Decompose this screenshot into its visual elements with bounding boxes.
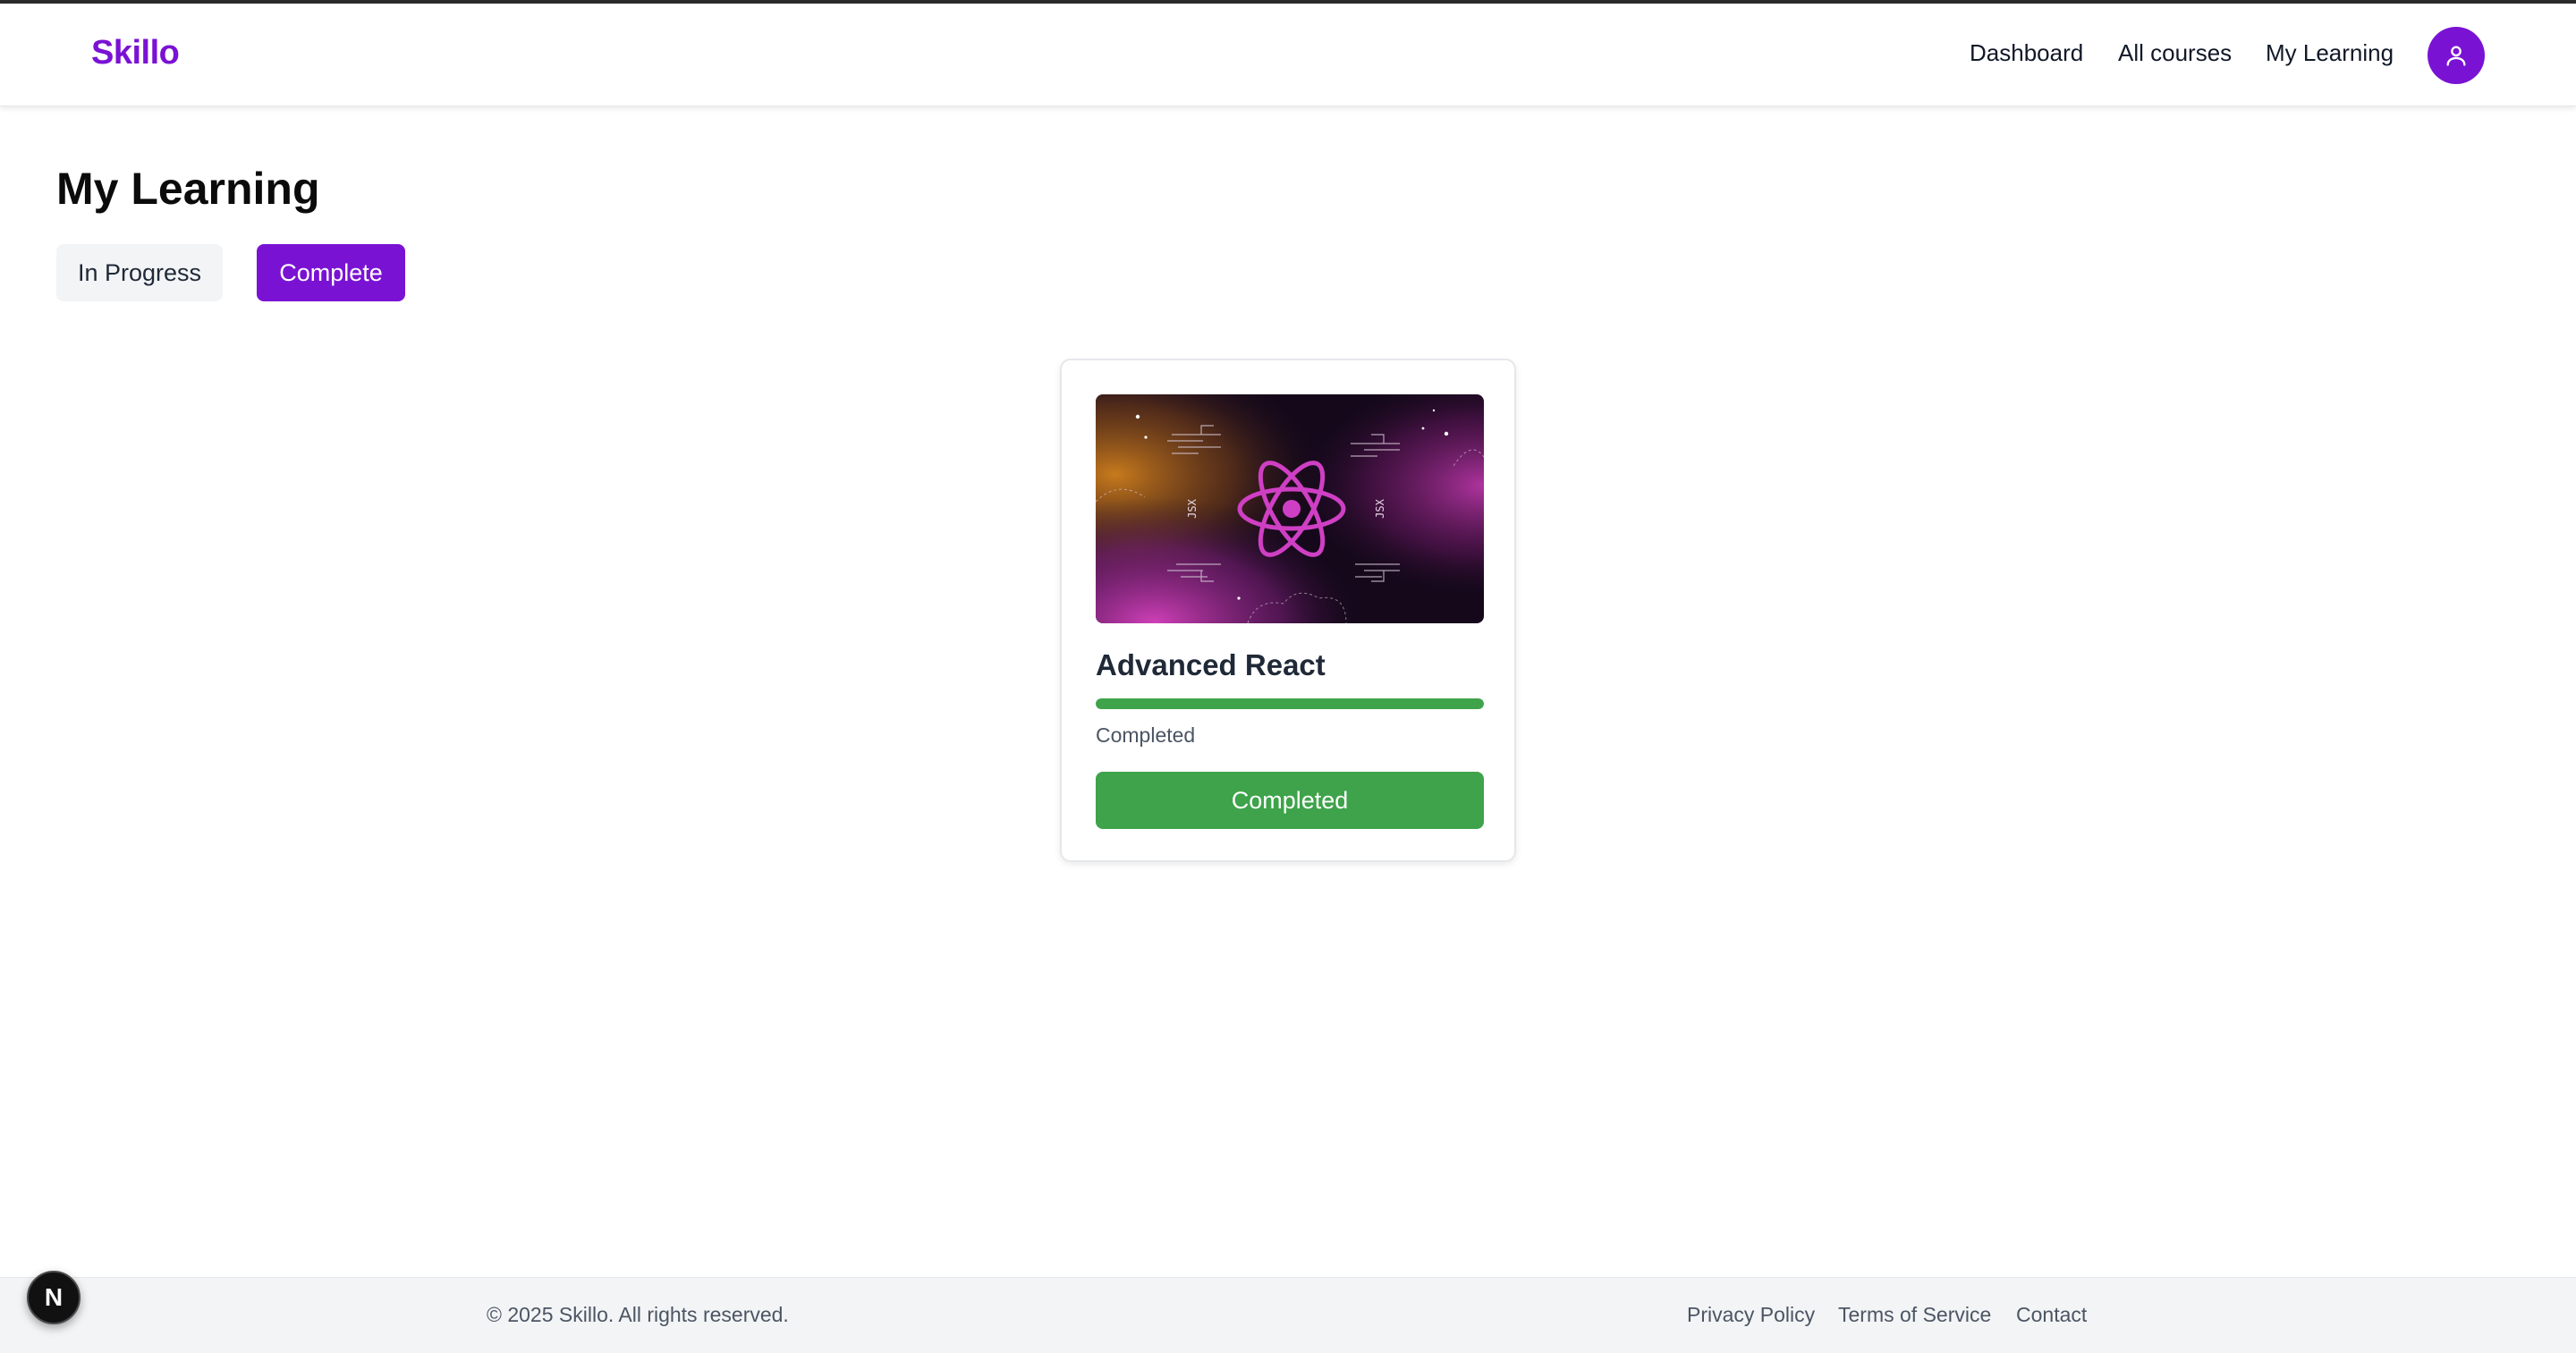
course-progress-fill bbox=[1096, 698, 1484, 709]
user-avatar-button[interactable] bbox=[2428, 27, 2485, 84]
tab-in-progress[interactable]: In Progress bbox=[56, 244, 223, 301]
nav-all-courses[interactable]: All courses bbox=[2118, 39, 2232, 67]
nav-my-learning[interactable]: My Learning bbox=[2266, 39, 2394, 67]
nextjs-icon: N bbox=[44, 1283, 64, 1311]
brand-logo[interactable]: Skillo bbox=[91, 34, 180, 72]
tab-complete[interactable]: Complete bbox=[257, 244, 405, 301]
course-card[interactable]: JSX JSX Advanced React Completed Complet… bbox=[1060, 359, 1516, 862]
course-title: Advanced React bbox=[1096, 648, 1326, 681]
thumbnail-label-right: JSX bbox=[1374, 498, 1386, 518]
course-status-text: Completed bbox=[1096, 723, 1196, 747]
thumbnail-label-left: JSX bbox=[1186, 498, 1199, 518]
course-thumbnail: JSX JSX bbox=[1096, 394, 1484, 623]
nextjs-dev-badge[interactable]: N bbox=[27, 1271, 80, 1324]
user-icon bbox=[2446, 46, 2466, 66]
footer-link-privacy[interactable]: Privacy Policy bbox=[1687, 1303, 1815, 1327]
site-header: Skillo Dashboard All courses My Learning bbox=[0, 4, 2576, 106]
course-progress-bar bbox=[1096, 698, 1484, 709]
footer-copyright: © 2025 Skillo. All rights reserved. bbox=[487, 1303, 789, 1326]
footer-link-contact[interactable]: Contact bbox=[2016, 1303, 2087, 1327]
footer-link-terms[interactable]: Terms of Service bbox=[1838, 1303, 1991, 1327]
nav-dashboard[interactable]: Dashboard bbox=[1970, 39, 2083, 67]
site-footer: © 2025 Skillo. All rights reserved. Priv… bbox=[0, 1277, 2576, 1353]
page-title: My Learning bbox=[56, 164, 320, 214]
react-thumbnail-image: JSX JSX bbox=[1096, 394, 1484, 623]
course-completed-button[interactable]: Completed bbox=[1096, 772, 1484, 829]
